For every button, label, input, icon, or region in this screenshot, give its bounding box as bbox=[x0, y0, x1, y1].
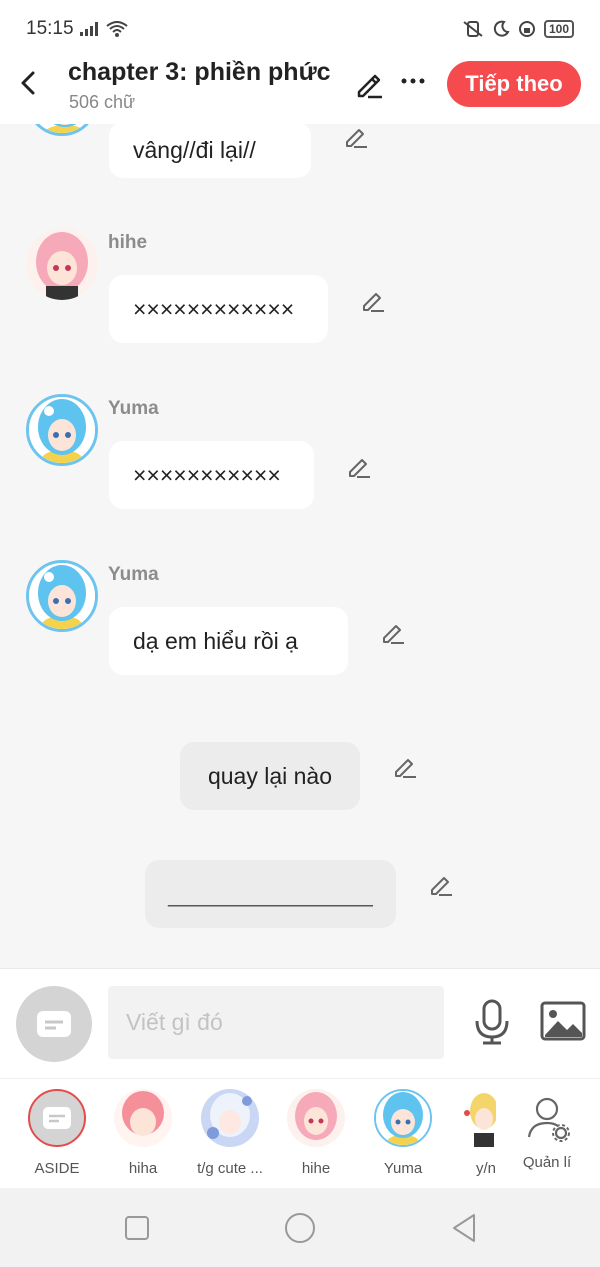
character-label: Yuma bbox=[383, 1160, 423, 1177]
manage-characters[interactable]: Quản lí bbox=[507, 1089, 587, 1185]
pencil-icon[interactable] bbox=[428, 872, 454, 898]
avatar[interactable] bbox=[26, 124, 98, 136]
character-hiha[interactable]: hiha bbox=[103, 1089, 183, 1185]
chapter-title: chapter 3: phiền phức bbox=[68, 58, 331, 86]
pencil-icon[interactable] bbox=[380, 620, 406, 646]
avatar bbox=[201, 1089, 259, 1147]
message-input[interactable] bbox=[108, 986, 444, 1059]
rotation-lock-icon bbox=[518, 21, 535, 37]
message-composer bbox=[0, 968, 600, 1078]
sender-name: hihe bbox=[108, 232, 148, 253]
home-icon[interactable] bbox=[284, 1212, 316, 1244]
avatar bbox=[114, 1089, 172, 1147]
pencil-icon[interactable] bbox=[360, 288, 386, 314]
aside-bubble[interactable]: ________________ bbox=[145, 860, 396, 928]
character-yuma[interactable]: Yuma bbox=[363, 1089, 443, 1185]
character-label: t/g cute ... bbox=[197, 1160, 263, 1177]
aside-icon bbox=[28, 1089, 86, 1147]
character-tg-cute[interactable]: t/g cute ... bbox=[190, 1089, 270, 1185]
message-text: ×××××××××××× bbox=[133, 295, 295, 322]
message-text: vâng//đi lại// bbox=[133, 136, 256, 163]
manage-user-icon bbox=[527, 1097, 570, 1142]
avatar bbox=[374, 1089, 432, 1147]
image-icon[interactable] bbox=[540, 1001, 586, 1041]
message-bubble[interactable]: dạ em hiểu rồi ạ bbox=[109, 607, 348, 675]
character-label: ASIDE bbox=[34, 1160, 80, 1177]
pencil-icon[interactable] bbox=[343, 124, 369, 150]
moon-icon bbox=[493, 20, 510, 37]
wifi-icon bbox=[105, 21, 128, 37]
mute-vibrate-icon bbox=[463, 21, 483, 37]
chapter-header: chapter 3: phiền phức 506 chữ Tiếp theo bbox=[0, 58, 600, 124]
character-bar: ASIDE hiha t/g cute ... hihe Yuma y/n Qu… bbox=[0, 1078, 600, 1188]
more-options-icon[interactable] bbox=[400, 64, 426, 94]
recents-icon[interactable] bbox=[124, 1215, 150, 1241]
avatar[interactable] bbox=[26, 394, 98, 466]
aside-toggle-button[interactable] bbox=[16, 986, 92, 1062]
sender-name: Yuma bbox=[108, 564, 159, 585]
message-bubble[interactable]: ××××××××××× bbox=[109, 441, 314, 509]
aside-text: ________________ bbox=[168, 880, 373, 907]
character-label: Quản lí bbox=[522, 1154, 572, 1171]
character-aside[interactable]: ASIDE bbox=[17, 1089, 97, 1185]
clock: 15:15 bbox=[26, 18, 74, 39]
aside-text: quay lại nào bbox=[207, 762, 333, 789]
status-bar: 15:15 100 bbox=[0, 0, 600, 58]
avatar[interactable] bbox=[26, 228, 98, 300]
microphone-icon[interactable] bbox=[471, 999, 513, 1045]
avatar bbox=[287, 1089, 345, 1147]
signal-icon bbox=[79, 22, 98, 36]
message-bubble[interactable]: ×××××××××××× bbox=[109, 275, 328, 343]
avatar bbox=[462, 1089, 496, 1147]
word-count: 506 chữ bbox=[69, 92, 136, 112]
message-text: ××××××××××× bbox=[133, 461, 281, 488]
character-label: y/n bbox=[475, 1160, 496, 1177]
character-yn[interactable]: y/n bbox=[450, 1089, 496, 1185]
back-icon[interactable] bbox=[450, 1213, 478, 1243]
message-feed[interactable]: vâng//đi lại// hihe ×××××××××××× Yuma ××… bbox=[0, 124, 600, 969]
back-arrow-icon[interactable] bbox=[14, 68, 44, 98]
character-label: hihe bbox=[301, 1160, 331, 1177]
sender-name: Yuma bbox=[108, 398, 159, 419]
pencil-icon[interactable] bbox=[346, 454, 372, 480]
avatar[interactable] bbox=[26, 560, 98, 632]
system-nav-bar bbox=[0, 1188, 600, 1267]
aside-icon bbox=[37, 1011, 71, 1037]
character-label: hiha bbox=[128, 1160, 158, 1177]
character-hihe[interactable]: hihe bbox=[276, 1089, 356, 1185]
edit-title-icon[interactable] bbox=[354, 68, 386, 100]
next-chapter-button[interactable]: Tiếp theo bbox=[447, 61, 581, 107]
aside-bubble[interactable]: quay lại nào bbox=[180, 742, 360, 810]
pencil-icon[interactable] bbox=[392, 754, 418, 780]
message-text: dạ em hiểu rồi ạ bbox=[133, 627, 298, 654]
battery-indicator: 100 bbox=[543, 20, 574, 38]
message-bubble[interactable]: vâng//đi lại// bbox=[109, 124, 311, 178]
